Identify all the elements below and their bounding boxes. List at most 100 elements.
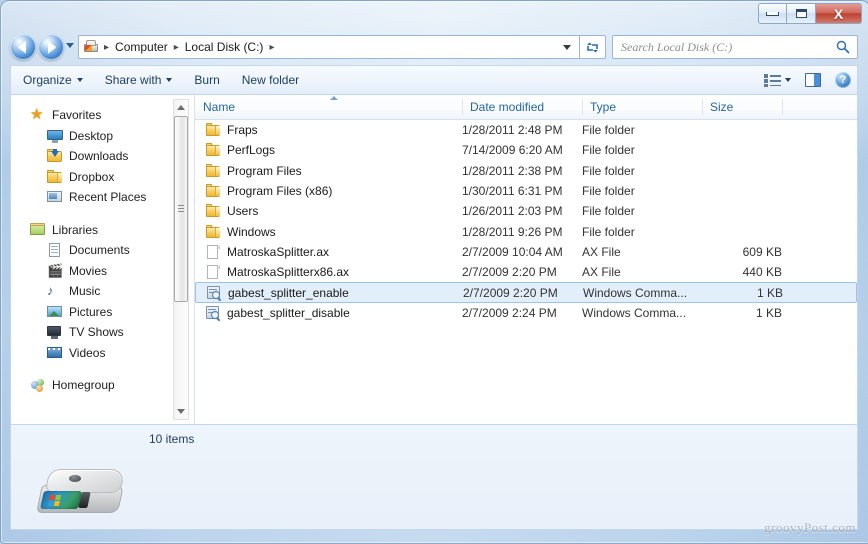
sidebar-item-desktop[interactable]: Desktop: [11, 126, 195, 147]
file-date-cell: 1/28/2011 9:26 PM: [462, 224, 563, 239]
new-folder-label: New folder: [241, 73, 300, 87]
sidebar-item-label: Pictures: [69, 304, 113, 319]
search-input[interactable]: Search Local Disk (C:): [612, 35, 858, 59]
file-name-label: gabest_splitter_enable: [228, 285, 349, 300]
column-divider[interactable]: [782, 99, 783, 115]
table-row[interactable]: PerfLogs 7/14/2009 6:20 AM File folder: [195, 140, 857, 160]
refresh-icon: [587, 42, 598, 52]
sidebar-item-downloads[interactable]: Downloads: [11, 146, 195, 167]
breadcrumb-separator: ▸: [104, 41, 110, 53]
scrollbar-grip-icon: [178, 205, 184, 213]
file-name-cell: Program Files (x86): [195, 183, 332, 199]
desktop-icon: [47, 128, 63, 144]
file-date-cell: 1/28/2011 2:38 PM: [462, 163, 563, 178]
table-row[interactable]: Users 1/26/2011 2:03 PM File folder: [195, 201, 857, 221]
registry-file-icon: [205, 305, 221, 321]
table-row[interactable]: gabest_splitter_enable 2/7/2009 2:20 PM Wi…: [195, 282, 857, 303]
sidebar-group-label: Homegroup: [52, 378, 115, 393]
table-row[interactable]: Program Files 1/28/2011 2:38 PM File folde…: [195, 161, 857, 181]
table-row[interactable]: Program Files (x86) 1/30/2011 6:31 PM File…: [195, 181, 857, 201]
refresh-button[interactable]: [580, 35, 606, 59]
column-header-size[interactable]: Size: [702, 95, 782, 119]
sidebar-item-label: Videos: [69, 345, 106, 360]
toolbar-right-group: ?: [764, 72, 857, 88]
organize-button[interactable]: Organize: [13, 69, 93, 91]
preview-pane-icon[interactable]: [805, 73, 821, 87]
sidebar-item-recent-places[interactable]: Recent Places: [11, 187, 195, 208]
sidebar-item-pictures[interactable]: Pictures: [11, 302, 195, 323]
forward-button[interactable]: [38, 34, 64, 60]
folder-icon: [205, 163, 221, 179]
scrollbar-thumb[interactable]: [174, 116, 188, 302]
back-arrow-icon: [18, 41, 26, 53]
breadcrumb-item-local-disk[interactable]: Local Disk (C:): [183, 40, 266, 54]
file-name-cell: Users: [195, 203, 258, 219]
breadcrumb-item-computer[interactable]: Computer: [113, 40, 170, 54]
change-view-icon[interactable]: [764, 73, 782, 87]
file-name-label: Program Files (x86): [227, 184, 333, 199]
file-name-cell: PerfLogs: [195, 142, 275, 158]
sidebar-group-homegroup[interactable]: Homegroup: [11, 375, 195, 396]
table-row[interactable]: Fraps 1/28/2011 2:48 PM File folder: [195, 120, 857, 140]
help-icon[interactable]: ?: [835, 72, 851, 88]
sidebar-item-music[interactable]: ♪ Music: [11, 281, 195, 302]
file-type-cell: File folder: [582, 224, 635, 239]
breadcrumb-dropdown-icon[interactable]: [563, 45, 571, 50]
sidebar-item-documents[interactable]: Documents: [11, 240, 195, 261]
scroll-down-button[interactable]: [174, 404, 188, 419]
sidebar-item-videos[interactable]: Videos: [11, 343, 195, 364]
column-header-name[interactable]: Name: [195, 95, 462, 119]
sidebar-item-label: Desktop: [69, 128, 114, 143]
sidebar-group-libraries[interactable]: Libraries: [11, 220, 195, 241]
file-type-cell: File folder: [582, 184, 635, 199]
local-disk-icon: [83, 39, 99, 55]
sidebar-item-label: Movies: [69, 263, 108, 278]
column-header-type[interactable]: Type: [582, 95, 702, 119]
maximize-button[interactable]: [787, 3, 816, 24]
file-type-cell: AX File: [582, 265, 621, 280]
close-button[interactable]: X: [816, 3, 862, 24]
folder-icon: [205, 183, 221, 199]
explorer-window: X ▸ Computer ▸ Local Disk (C:) ▸ Search …: [0, 0, 868, 544]
share-with-button[interactable]: Share with: [95, 69, 183, 91]
music-note-icon: ♪: [47, 283, 54, 299]
table-row[interactable]: gabest_splitter_disable 2/7/2009 2:24 PM W…: [195, 303, 857, 323]
table-row[interactable]: MatroskaSplitter.ax 2/7/2009 10:04 AM AX F…: [195, 242, 857, 262]
breadcrumb[interactable]: ▸ Computer ▸ Local Disk (C:) ▸: [78, 35, 580, 59]
file-name-cell: gabest_splitter_disable: [195, 305, 350, 321]
file-date-cell: 2/7/2009 2:20 PM: [462, 265, 557, 280]
sidebar-group-favorites[interactable]: ★ Favorites: [11, 105, 195, 126]
back-button[interactable]: [10, 34, 36, 60]
sidebar-item-movies[interactable]: 🎬 Movies: [11, 261, 195, 282]
sidebar-item-dropbox[interactable]: Dropbox: [11, 167, 195, 188]
navigation-pane: ★ Favorites Desktop Downloads Dropbox Re…: [11, 95, 195, 424]
file-name-label: MatroskaSplitterx86.ax: [227, 265, 350, 280]
file-size-cell: 1 KB: [756, 285, 783, 300]
watermark: groovyPost.com: [764, 520, 856, 535]
downloads-folder-icon: [47, 148, 63, 164]
document-icon: [47, 242, 63, 258]
scroll-up-button[interactable]: [174, 100, 188, 115]
file-date-cell: 2/7/2009 10:04 AM: [462, 244, 563, 259]
sidebar-scrollbar[interactable]: [173, 99, 189, 420]
libraries-icon: [30, 222, 46, 238]
table-row[interactable]: MatroskaSplitterx86.ax 2/7/2009 2:20 PM AX…: [195, 262, 857, 282]
folder-icon: [47, 169, 63, 185]
window-controls: X: [758, 3, 862, 24]
file-date-cell: 1/30/2011 6:31 PM: [462, 184, 563, 199]
file-date-cell: 2/7/2009 2:20 PM: [463, 285, 558, 300]
column-header-date-modified[interactable]: Date modified: [462, 95, 582, 119]
new-folder-button[interactable]: New folder: [232, 69, 309, 91]
homegroup-icon: [30, 377, 46, 393]
file-type-cell: Windows Comma...: [583, 285, 688, 300]
file-type-cell: File folder: [582, 163, 635, 178]
burn-button[interactable]: Burn: [184, 69, 229, 91]
file-name-label: MatroskaSplitter.ax: [227, 244, 330, 259]
table-row[interactable]: Windows 1/28/2011 9:26 PM File folder: [195, 221, 857, 241]
minimize-button[interactable]: [758, 3, 787, 24]
file-type-cell: AX File: [582, 244, 621, 259]
history-dropdown-icon[interactable]: [66, 43, 74, 48]
sidebar-item-tv-shows[interactable]: TV Shows: [11, 322, 195, 343]
view-dropdown-icon[interactable]: [785, 78, 791, 82]
blank-file-icon: [205, 264, 221, 280]
